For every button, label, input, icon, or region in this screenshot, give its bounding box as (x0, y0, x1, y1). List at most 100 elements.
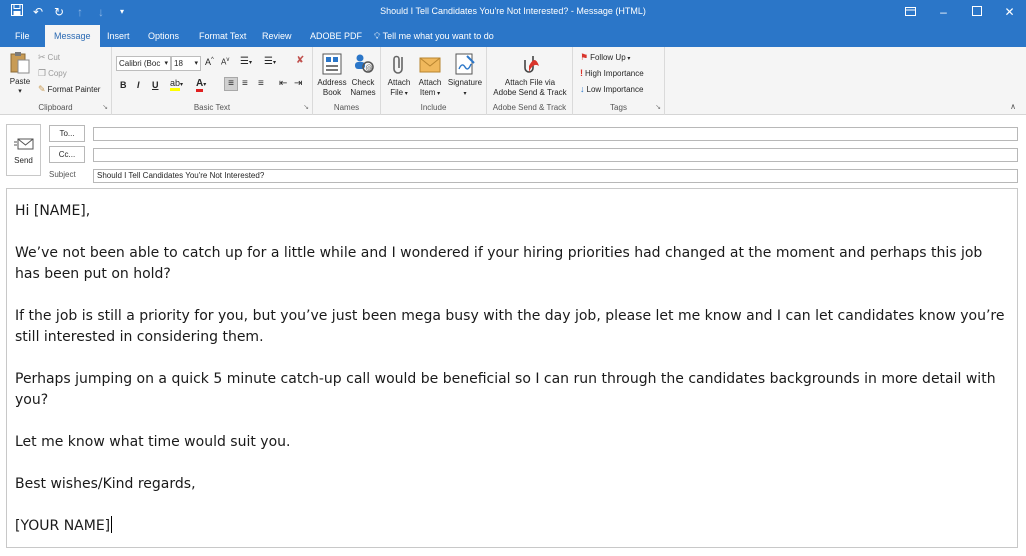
send-label: Send (14, 156, 33, 165)
font-name-value: Calibri (Boc (119, 59, 161, 68)
body-paragraph-1: We’ve not been able to catch up for a li… (15, 245, 983, 282)
scissors-icon: ✂ (38, 52, 46, 62)
align-left-icon[interactable]: ≡ (224, 77, 238, 91)
window-controls: – ✕ (894, 0, 1026, 25)
check-names-button[interactable]: @ Check Names (348, 52, 378, 98)
attach-item-button[interactable]: Attach Item ▾ (414, 52, 446, 99)
chevron-down-icon: ▾ (463, 91, 467, 97)
collapse-ribbon-icon[interactable]: ∧ (1010, 102, 1016, 111)
cc-field[interactable] (93, 148, 1018, 162)
attach-file-button[interactable]: Attach File ▾ (383, 52, 415, 99)
subject-label: Subject (49, 170, 76, 179)
paintbrush-icon: ✎ (38, 84, 46, 94)
body-paragraph-4: Let me know what time would suit you. (15, 434, 291, 450)
copy-button[interactable]: ❐ Copy (38, 68, 67, 79)
decrease-indent-icon[interactable]: ⇤ (279, 78, 287, 89)
format-painter-button[interactable]: ✎ Format Painter (38, 84, 100, 95)
underline-button[interactable]: U (152, 80, 159, 90)
attach-item-label-2: Item (419, 88, 436, 97)
font-color-icon[interactable]: A▾ (196, 78, 206, 92)
include-group-label: Include (420, 103, 447, 112)
address-book-label-2: Book (322, 88, 342, 97)
basic-text-group-label: Basic Text (193, 103, 231, 112)
align-center-icon[interactable]: ≡ (242, 78, 248, 89)
font-size-select[interactable]: 18 ▾ (171, 56, 201, 71)
tab-format-text[interactable]: Format Text (199, 25, 246, 47)
maximize-icon[interactable] (960, 0, 993, 25)
chevron-down-icon: ▾ (625, 56, 631, 62)
cut-button[interactable]: ✂ Cut (38, 52, 60, 63)
tab-message[interactable]: Message (45, 25, 100, 47)
paste-dropdown-icon: ▾ (18, 88, 22, 95)
message-body[interactable]: Hi [NAME], We’ve not been able to catch … (6, 188, 1018, 548)
bold-button[interactable]: B (120, 80, 127, 90)
signature-name: [YOUR NAME] (15, 518, 111, 534)
attach-via-adobe-button[interactable]: Attach File via Adobe Send & Track (489, 52, 571, 98)
tab-file[interactable]: File (15, 25, 30, 47)
increase-indent-icon[interactable]: ⇥ (294, 78, 302, 89)
flag-icon: ⚑ (580, 52, 589, 62)
high-importance-button[interactable]: ! High Importance (580, 68, 644, 78)
attach-via-label-1: Attach File via (504, 78, 556, 87)
tab-review[interactable]: Review (262, 25, 292, 47)
names-group: Address Book @ Check Names Names (313, 47, 381, 115)
ribbon-display-icon[interactable] (894, 0, 927, 25)
font-size-value: 18 (174, 59, 183, 68)
to-button[interactable]: To... (49, 125, 85, 142)
subject-field[interactable]: Should I Tell Candidates You're Not Inte… (93, 169, 1018, 183)
align-right-icon[interactable]: ≡ (258, 78, 264, 89)
tell-me-label: Tell me what you want to do (382, 31, 494, 41)
signoff-line: Best wishes/Kind regards, (15, 476, 196, 492)
signature-icon (455, 53, 475, 75)
low-importance-button[interactable]: ↓ Low Importance (580, 84, 643, 94)
clear-formatting-icon[interactable]: ✘ (296, 55, 304, 66)
ribbon-tabs: File Message Insert Options Format Text … (0, 25, 1026, 47)
minimize-icon[interactable]: – (927, 0, 960, 25)
text-cursor (111, 516, 113, 533)
signature-button[interactable]: Signature ▾ (446, 52, 484, 99)
cc-button[interactable]: Cc... (49, 146, 85, 163)
basic-text-group: Calibri (Boc ▾ 18 ▾ A^ Av ☰▾ ☰▾ ✘ B I U … (112, 47, 313, 115)
attach-file-label-2: File (390, 88, 404, 97)
tags-group: ⚑ Follow Up ▾ ! High Importance ↓ Low Impor… (573, 47, 665, 115)
follow-up-label: Follow Up (590, 53, 626, 62)
clipboard-group-label: Clipboard (38, 103, 73, 112)
exclamation-icon: ! (580, 68, 583, 78)
dialog-launcher-icon[interactable]: ↘ (303, 103, 309, 111)
tab-insert[interactable]: Insert (107, 25, 130, 47)
envelope-icon (419, 57, 441, 73)
tab-adobe-pdf[interactable]: ADOBE PDF (310, 25, 362, 47)
address-book-button[interactable]: Address Book (316, 52, 348, 98)
dialog-launcher-icon[interactable]: ↘ (102, 103, 108, 111)
chevron-down-icon: ▾ (403, 91, 408, 97)
send-button[interactable]: Send (6, 124, 41, 176)
close-icon[interactable]: ✕ (993, 0, 1026, 25)
signature-label: Signature (447, 78, 483, 87)
paste-button[interactable]: Paste ▾ (5, 51, 35, 97)
dialog-launcher-icon[interactable]: ↘ (655, 103, 661, 111)
tab-options[interactable]: Options (148, 25, 179, 47)
arrow-down-icon: ↓ (580, 84, 585, 94)
follow-up-button[interactable]: ⚑ Follow Up ▾ (580, 52, 630, 63)
adobe-send-track-group: Attach File via Adobe Send & Track Adobe… (487, 47, 573, 115)
send-icon (13, 138, 33, 150)
attach-file-label-1: Attach (387, 78, 411, 87)
font-name-select[interactable]: Calibri (Boc ▾ (116, 56, 171, 71)
greeting-line: Hi [NAME], (15, 203, 91, 219)
adobe-group-label: Adobe Send & Track (492, 103, 567, 112)
signature-line: [YOUR NAME] (15, 516, 1009, 537)
shrink-font-icon[interactable]: Av (221, 57, 229, 67)
bullets-icon[interactable]: ☰▾ (240, 56, 252, 67)
numbering-icon[interactable]: ☰▾ (264, 56, 276, 67)
grow-font-icon[interactable]: A^ (205, 57, 214, 67)
names-group-label: Names (333, 103, 360, 112)
clipboard-icon (10, 52, 30, 74)
window-title: Should I Tell Candidates You're Not Inte… (380, 6, 646, 16)
chevron-down-icon: ▾ (164, 60, 168, 67)
copy-label: Copy (48, 69, 67, 78)
tell-me-search[interactable]: 💡︎ Tell me what you want to do (374, 25, 494, 47)
to-field[interactable] (93, 127, 1018, 141)
highlight-icon[interactable]: ab▾ (170, 78, 183, 91)
italic-button[interactable]: I (137, 80, 140, 90)
address-book-icon (322, 53, 342, 75)
